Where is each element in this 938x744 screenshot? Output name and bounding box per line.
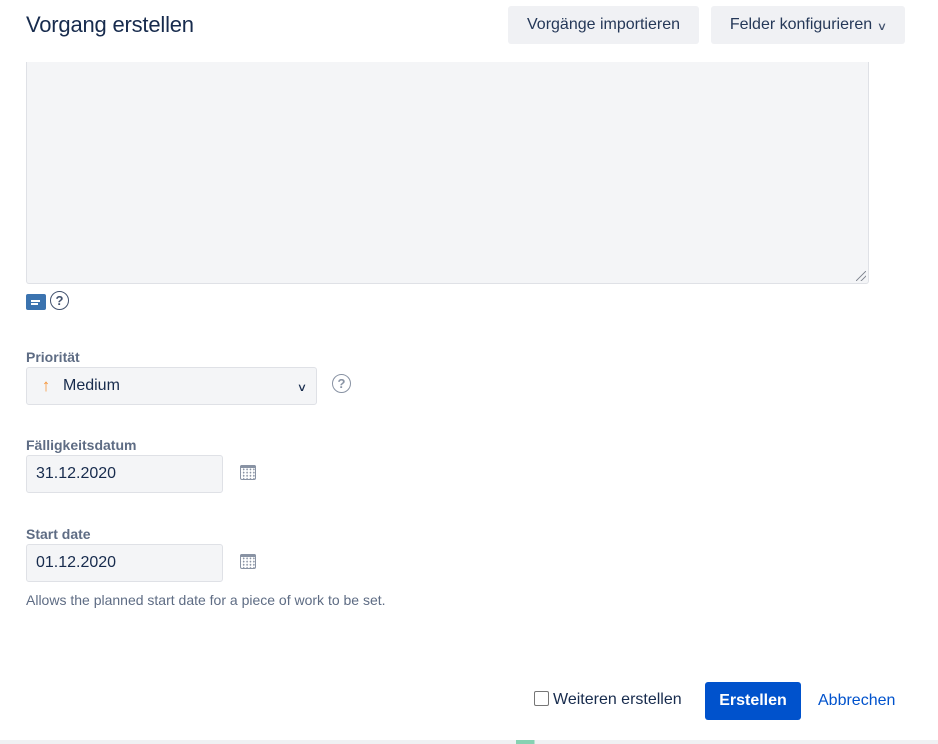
- checkbox-icon[interactable]: [534, 691, 549, 706]
- dialog-title: Vorgang erstellen: [26, 12, 194, 37]
- help-icon[interactable]: ?: [332, 374, 351, 393]
- help-icon[interactable]: ?: [50, 291, 69, 310]
- start-date-input[interactable]: 01.12.2020: [26, 544, 223, 582]
- create-another-checkbox[interactable]: Weiteren erstellen: [534, 691, 682, 709]
- start-date-label: Start date: [26, 526, 91, 542]
- cancel-link[interactable]: Abbrechen: [818, 692, 895, 710]
- due-date-label: Fälligkeitsdatum: [26, 437, 137, 453]
- import-issues-button[interactable]: Vorgänge importieren: [508, 6, 699, 44]
- divider: [0, 740, 938, 744]
- start-date-value: 01.12.2020: [36, 554, 117, 571]
- priority-medium-icon: ↑: [41, 376, 51, 395]
- create-button[interactable]: Erstellen: [705, 682, 801, 720]
- resize-handle-icon[interactable]: [856, 271, 866, 281]
- editor-toolbar: ?: [26, 291, 69, 310]
- configure-fields-button[interactable]: Felder konfigurieren ∨: [711, 6, 905, 44]
- configure-fields-label: Felder konfigurieren: [729, 16, 873, 33]
- chevron-down-icon: ∨: [876, 20, 888, 33]
- calendar-icon[interactable]: [239, 464, 257, 480]
- calendar-icon[interactable]: [239, 553, 257, 569]
- due-date-input[interactable]: 31.12.2020: [26, 455, 223, 493]
- due-date-value: 31.12.2020: [36, 465, 117, 482]
- start-date-hint: Allows the planned start date for a piec…: [26, 592, 386, 608]
- chevron-down-icon: ∨: [296, 381, 308, 394]
- create-issue-dialog: Vorgang erstellen Vorgänge importieren F…: [0, 0, 938, 744]
- priority-select[interactable]: ↑ Medium ∨: [26, 367, 317, 405]
- create-another-label: Weiteren erstellen: [553, 691, 682, 708]
- priority-value: Medium: [63, 377, 120, 394]
- dialog-footer: Weiteren erstellen Erstellen Abbrechen: [0, 682, 938, 720]
- priority-label: Priorität: [26, 349, 80, 365]
- import-issues-label: Vorgänge importieren: [527, 16, 680, 33]
- description-textarea[interactable]: [26, 62, 869, 284]
- visual-editor-icon[interactable]: [26, 294, 46, 310]
